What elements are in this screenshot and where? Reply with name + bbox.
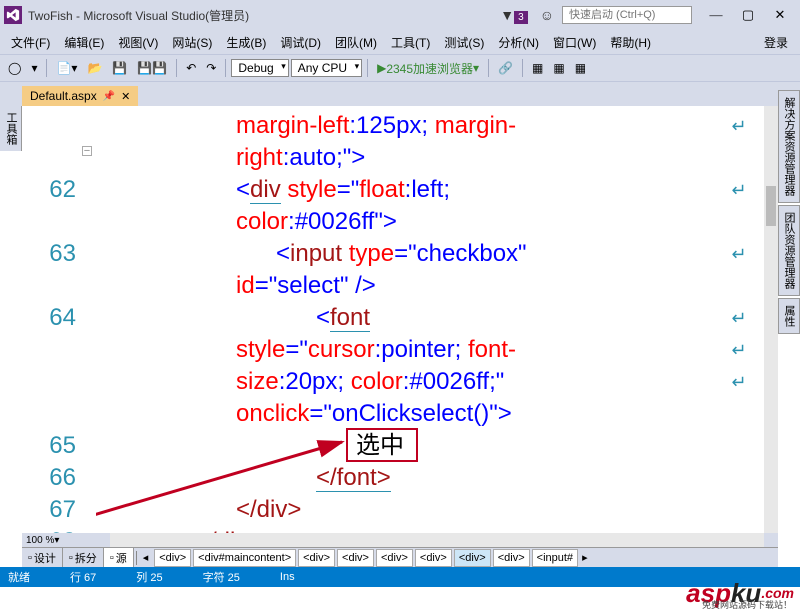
horizontal-scrollbar[interactable]	[110, 533, 764, 547]
breadcrumb-item[interactable]: <div>	[415, 549, 452, 567]
team-explorer-tab[interactable]: 团队资源管理器	[778, 205, 800, 296]
line-number: 65	[22, 430, 76, 462]
save-button[interactable]: 💾	[108, 59, 131, 77]
document-tab-label: Default.aspx	[30, 89, 97, 103]
menu-website[interactable]: 网站(S)	[165, 32, 219, 53]
run-button[interactable]: ▶ 2345加速浏览器 ▾	[373, 58, 483, 79]
view-switcher: ▫ 设计 ▫ 拆分 ▫ 源 ◂ <div> <div#maincontent> …	[22, 547, 778, 567]
line-number: 63	[22, 238, 76, 302]
right-panel-tabs: 解决方案资源管理器 团队资源管理器 属性	[778, 90, 800, 336]
notification-count: 3	[514, 11, 528, 24]
toolbar: ◯ ▾ 📄▾ 📂 💾 💾💾 ↶ ↷ Debug Any CPU ▶ 2345加速…	[0, 54, 800, 82]
zoom-combo[interactable]: 100 % ▾	[22, 533, 110, 547]
fold-minus-icon[interactable]: −	[82, 146, 92, 156]
menu-bar: 文件(F) 编辑(E) 视图(V) 网站(S) 生成(B) 调试(D) 团队(M…	[0, 30, 800, 54]
properties-tab[interactable]: 属性	[778, 298, 800, 334]
menu-team[interactable]: 团队(M)	[328, 32, 384, 53]
toolbox-panel-tab[interactable]: 工具箱	[0, 106, 22, 151]
scroll-corner	[764, 533, 778, 547]
config-combo[interactable]: Debug	[231, 59, 288, 77]
status-line: 行 67	[70, 569, 96, 585]
menu-debug[interactable]: 调试(D)	[273, 32, 328, 53]
pin-icon[interactable]: 📌	[103, 91, 115, 102]
breadcrumb-prev[interactable]: ◂	[139, 549, 153, 566]
breadcrumb-item[interactable]: <div>	[154, 549, 191, 567]
minimize-button[interactable]: —	[700, 7, 732, 23]
document-tab-row: Default.aspx 📌 ✕	[0, 82, 800, 106]
open-file-button[interactable]: 📂	[83, 59, 106, 77]
split-view-button[interactable]: ▫ 拆分	[63, 548, 104, 568]
breadcrumb-item[interactable]: <div>	[337, 549, 374, 567]
breadcrumb-item[interactable]: <div>	[376, 549, 413, 567]
breadcrumb-item[interactable]: <div>	[493, 549, 530, 567]
tb-button-3[interactable]: ▦	[571, 59, 590, 77]
login-link[interactable]: 登录	[756, 32, 796, 53]
menu-window[interactable]: 窗口(W)	[546, 32, 603, 53]
redo-button[interactable]: ↷	[202, 59, 220, 77]
breadcrumb-item[interactable]: <input#	[532, 549, 578, 567]
line-number-gutter: 62 63 64 65 66 67 68 69	[22, 106, 82, 533]
solution-explorer-tab[interactable]: 解决方案资源管理器	[778, 90, 800, 203]
source-view-button[interactable]: ▫ 源	[104, 548, 134, 568]
quick-launch-input[interactable]	[562, 6, 692, 24]
menu-analyze[interactable]: 分析(N)	[491, 32, 546, 53]
code-editor[interactable]: 62 63 64 65 66 67 68 69 − margin-left:12…	[22, 106, 764, 533]
code-content[interactable]: margin-left:125px; margin- right:auto;">…	[96, 106, 764, 533]
line-number: 66	[22, 462, 76, 494]
editor-area: 62 63 64 65 66 67 68 69 − margin-left:12…	[22, 106, 778, 547]
breadcrumb-next[interactable]: ▸	[578, 549, 592, 566]
notification-flag-icon[interactable]: ▼3	[500, 7, 531, 23]
feedback-icon[interactable]: ☺	[540, 7, 554, 23]
menu-tools[interactable]: 工具(T)	[384, 32, 437, 53]
status-char: 字符 25	[203, 569, 240, 585]
nav-fwd-button[interactable]: ▾	[27, 59, 41, 77]
save-all-button[interactable]: 💾💾	[133, 59, 171, 77]
undo-button[interactable]: ↶	[182, 59, 200, 77]
menu-edit[interactable]: 编辑(E)	[57, 32, 111, 53]
breadcrumb-item-selected[interactable]: <div>	[454, 549, 491, 567]
breadcrumb-item[interactable]: <div>	[298, 549, 335, 567]
document-tab[interactable]: Default.aspx 📌 ✕	[22, 86, 138, 106]
title-bar: TwoFish - Microsoft Visual Studio(管理员) ▼…	[0, 0, 800, 30]
status-bar: 就绪 行 67 列 25 字符 25 Ins	[0, 567, 800, 587]
menu-view[interactable]: 视图(V)	[111, 32, 165, 53]
word-wrap-glyphs: ↵↵ ↵↵↵ ↵	[730, 110, 748, 533]
close-button[interactable]: ✕	[764, 7, 796, 23]
line-number: 62	[22, 174, 76, 238]
line-number: 64	[22, 302, 76, 430]
vertical-scrollbar[interactable]	[764, 106, 778, 533]
platform-combo[interactable]: Any CPU	[291, 59, 362, 77]
breadcrumb-item[interactable]: <div#maincontent>	[193, 549, 296, 567]
menu-file[interactable]: 文件(F)	[4, 32, 57, 53]
annotation-box	[346, 428, 418, 462]
nav-back-button[interactable]: ◯	[4, 59, 25, 77]
status-col: 列 25	[136, 569, 162, 585]
tb-button-2[interactable]: ▦	[549, 59, 568, 77]
status-ins: Ins	[280, 571, 295, 583]
watermark: aspku.com 免费网站源码下载站！	[686, 577, 794, 609]
run-target-label: 2345加速浏览器	[386, 60, 473, 77]
vs-logo-icon	[4, 6, 22, 24]
tab-close-icon[interactable]: ✕	[121, 90, 130, 103]
browser-link-button[interactable]: 🔗	[494, 59, 517, 77]
tb-button-1[interactable]: ▦	[528, 59, 547, 77]
menu-build[interactable]: 生成(B)	[219, 32, 273, 53]
menu-help[interactable]: 帮助(H)	[603, 32, 658, 53]
line-number: 67	[22, 494, 76, 526]
maximize-button[interactable]: ▢	[732, 7, 764, 23]
design-view-button[interactable]: ▫ 设计	[22, 548, 63, 568]
status-ready: 就绪	[8, 569, 30, 585]
fold-gutter: −	[82, 106, 96, 533]
window-title: TwoFish - Microsoft Visual Studio(管理员)	[28, 7, 249, 24]
menu-test[interactable]: 测试(S)	[437, 32, 491, 53]
new-project-button[interactable]: 📄▾	[52, 59, 81, 77]
